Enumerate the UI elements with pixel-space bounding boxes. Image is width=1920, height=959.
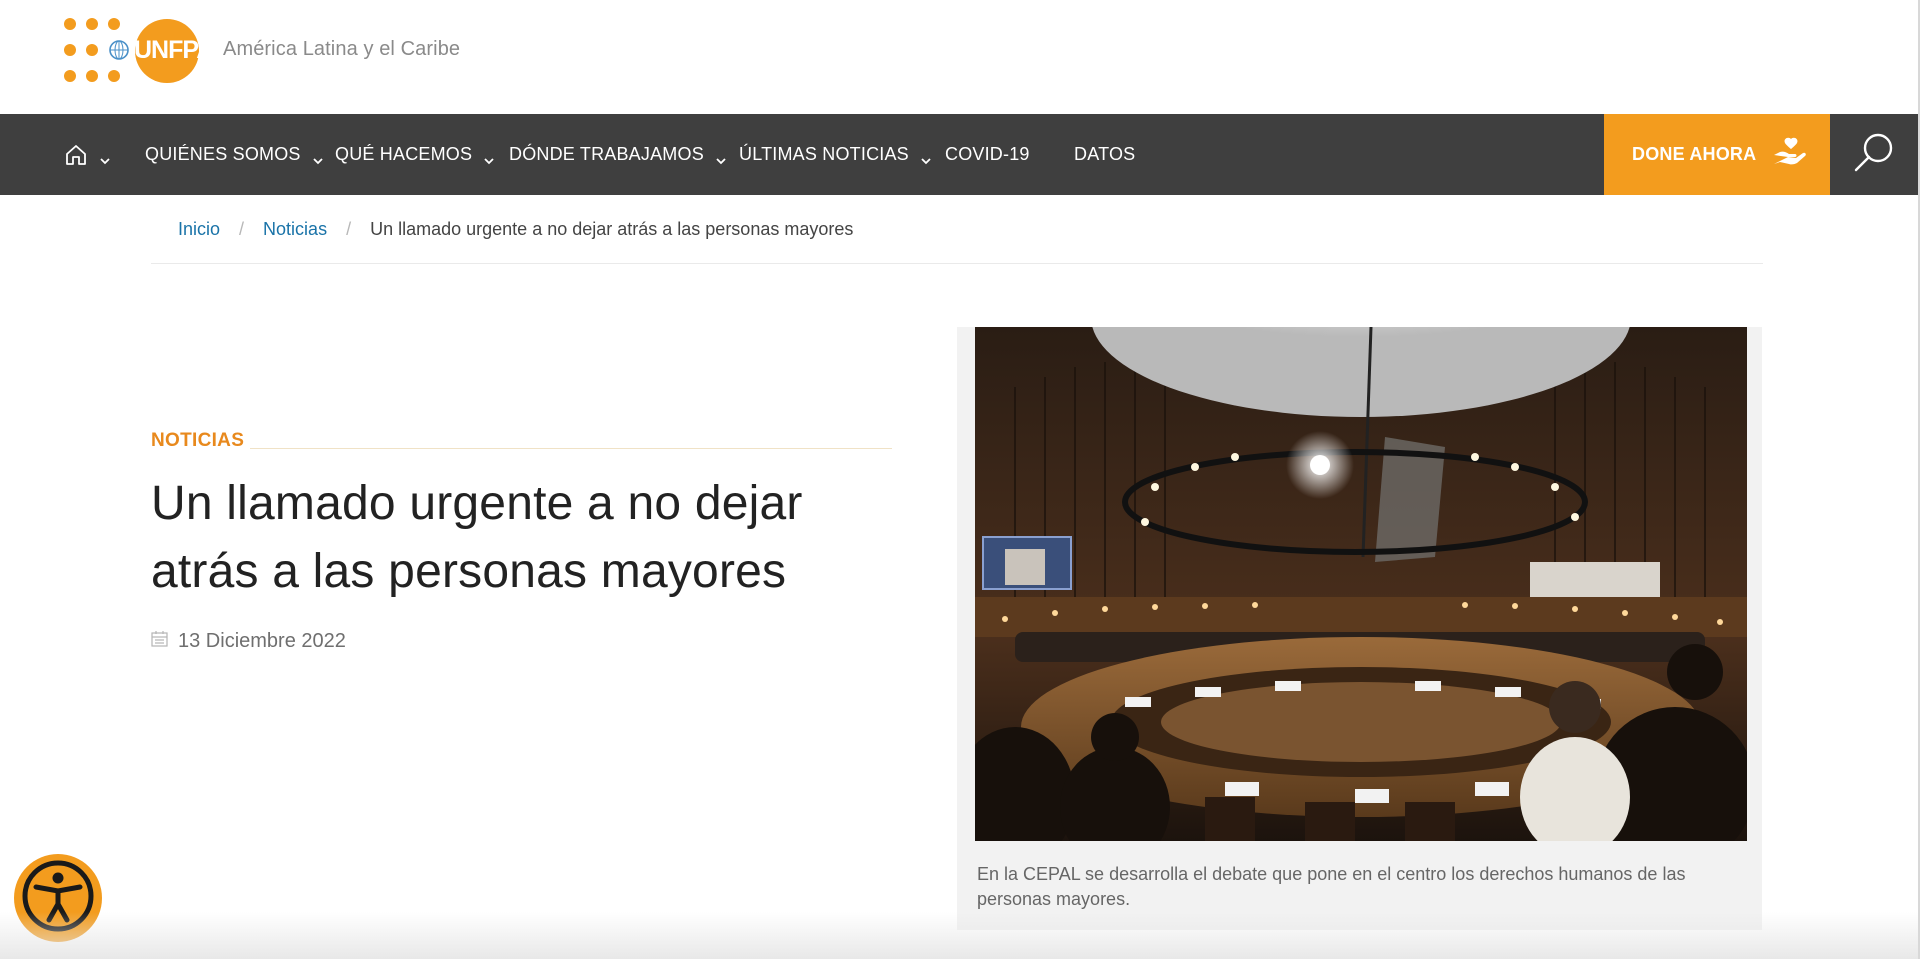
chevron-down-icon — [716, 150, 726, 164]
article-date: 13 Diciembre 2022 — [151, 630, 346, 653]
article-category[interactable]: NOTICIAS — [151, 430, 244, 452]
nav-item-label: DÓNDE TRABAJAMOS — [509, 144, 704, 164]
breadcrumb-link-noticias[interactable]: Noticias — [263, 219, 327, 240]
nav-item-covid-19[interactable]: COVID-19 — [945, 114, 1030, 195]
article-figure: En la CEPAL se desarrolla el debate que … — [957, 327, 1762, 930]
nav-item-label: DATOS — [1074, 144, 1136, 164]
unfpa-logo[interactable]: UNFPA — [62, 16, 214, 86]
category-divider — [250, 448, 892, 449]
donate-label: DONE AHORA — [1632, 144, 1757, 164]
article-title: Un llamado urgente a no dejar atrás a la… — [151, 477, 803, 598]
nav-item-label: QUÉ HACEMOS — [335, 144, 473, 164]
home-icon — [64, 143, 88, 167]
breadcrumb-separator: / — [239, 219, 245, 239]
nav-item-ultimas-noticias[interactable]: ÚLTIMAS NOTICIAS — [739, 114, 931, 195]
nav-item-label: ÚLTIMAS NOTICIAS — [739, 144, 909, 164]
chevron-down-icon — [100, 150, 110, 164]
nav-item-datos[interactable]: DATOS — [1074, 114, 1135, 195]
donate-button[interactable]: DONE AHORA — [1604, 114, 1830, 195]
nav-item-label: COVID-19 — [945, 144, 1030, 164]
breadcrumb: Inicio / Noticias / Un llamado urgente a… — [178, 219, 853, 240]
conference-photo — [975, 327, 1747, 841]
nav-item-que-hacemos[interactable]: QUÉ HACEMOS — [335, 114, 494, 195]
nav-item-donde-trabajamos[interactable]: DÓNDE TRABAJAMOS — [509, 114, 726, 195]
date-text: 13 Diciembre 2022 — [178, 630, 346, 652]
chevron-down-icon — [484, 150, 494, 164]
hand-heart-icon — [1772, 137, 1808, 172]
chevron-down-icon — [921, 150, 931, 164]
chevron-down-icon — [313, 150, 323, 164]
breadcrumb-link-inicio[interactable]: Inicio — [178, 219, 220, 240]
site-header: UNFPA América Latina y el Caribe — [0, 0, 1918, 114]
nav-item-label: QUIÉNES SOMOS — [145, 144, 301, 164]
region-name: América Latina y el Caribe — [223, 38, 461, 60]
image-caption: En la CEPAL se desarrolla el debate que … — [977, 864, 1686, 909]
accessibility-button[interactable] — [14, 854, 102, 942]
calendar-icon — [151, 630, 168, 653]
nav-item-quienes-somos[interactable]: QUIÉNES SOMOS — [145, 114, 323, 195]
breadcrumb-separator: / — [346, 219, 352, 239]
accessibility-icon — [20, 858, 96, 939]
breadcrumb-current: Un llamado urgente a no dejar atrás a la… — [370, 219, 854, 239]
nav-home[interactable] — [64, 114, 110, 195]
search-button[interactable] — [1830, 114, 1918, 195]
search-icon — [1853, 131, 1895, 178]
breadcrumb-divider — [151, 263, 1763, 264]
logo-wordmark: UNFPA — [134, 36, 214, 64]
